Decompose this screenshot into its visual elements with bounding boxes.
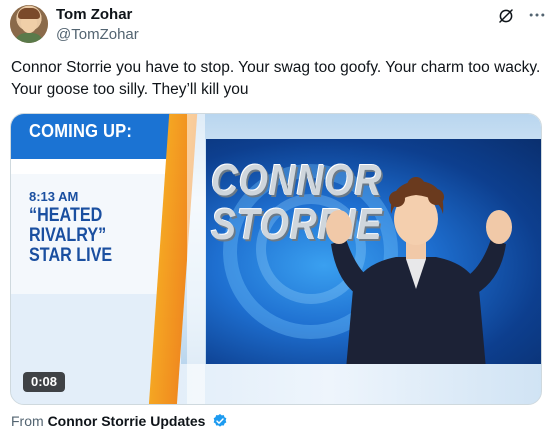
verified-badge-icon [214, 414, 227, 427]
grok-icon[interactable] [497, 7, 515, 25]
source-attribution: From Connor Storrie Updates [11, 412, 228, 430]
person-waving-figure [326, 177, 512, 369]
tweet-text: Connor Storrie you have to stop. Your sw… [11, 59, 541, 98]
video-duration-badge: 0:08 [23, 372, 66, 392]
author-name[interactable]: Tom Zohar [56, 6, 132, 24]
source-account-link[interactable]: Connor Storrie Updates [48, 413, 206, 429]
avatar[interactable] [10, 5, 48, 43]
more-icon[interactable] [527, 5, 547, 25]
author-handle[interactable]: @TomZohar [56, 26, 139, 44]
segment-headline: “HEATED RIVALRY” STAR LIVE [29, 205, 113, 266]
source-prefix: From [11, 413, 44, 429]
coming-up-banner: COMING UP: [29, 121, 133, 141]
tweet-card: Tom Zohar @TomZohar Connor Storrie you h… [0, 0, 552, 445]
video-player[interactable]: CONNOR STORRIE COMING UP: 8:13 AM “HEATE… [10, 113, 542, 405]
segment-time: 8:13 AM [29, 189, 79, 204]
